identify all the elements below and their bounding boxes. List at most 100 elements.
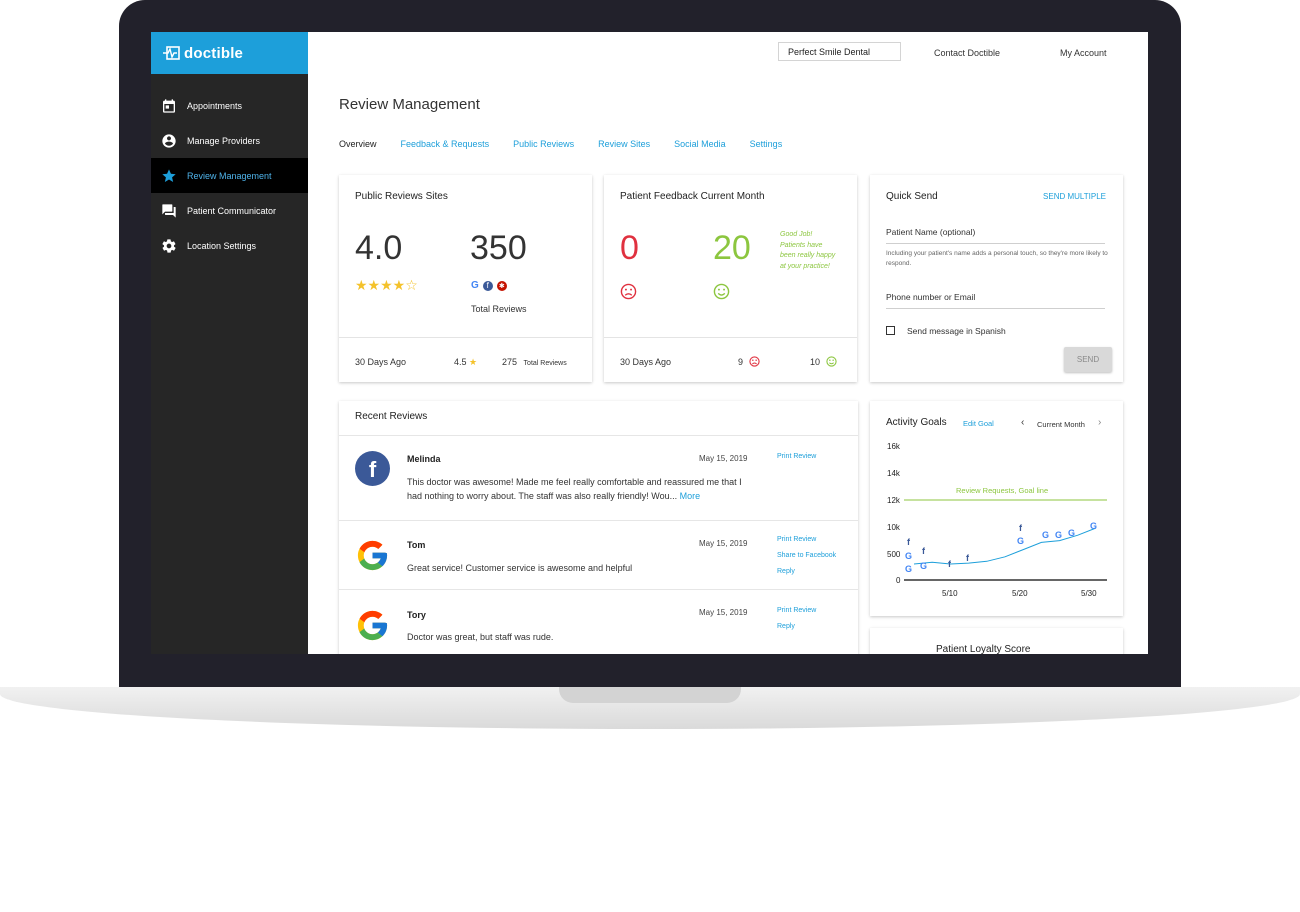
practice-selector[interactable]: Perfect Smile Dental xyxy=(778,42,901,61)
send-button[interactable]: SEND xyxy=(1064,347,1112,372)
tab-settings[interactable]: Settings xyxy=(750,139,783,149)
sidebar-item-patient-communicator[interactable]: Patient Communicator xyxy=(151,193,308,228)
past-total-value: 275 xyxy=(502,357,518,367)
print-review-link[interactable]: Print Review xyxy=(777,453,816,460)
happy-face-icon xyxy=(826,356,837,367)
star-icon: ★ xyxy=(469,357,478,367)
google-icon: G xyxy=(905,564,912,574)
patient-name-input[interactable]: Patient Name (optional) xyxy=(886,227,975,237)
review-date: May 15, 2019 xyxy=(699,539,748,548)
yelp-icon: ✱ xyxy=(496,280,507,291)
past-negative: 9 xyxy=(738,356,760,367)
public-reviews-card: Public Reviews Sites 4.0 ★★★★☆ 350 G f ✱… xyxy=(339,175,592,382)
review-date: May 15, 2019 xyxy=(699,608,748,617)
gear-icon xyxy=(162,238,176,253)
sidebar-item-label: Review Management xyxy=(187,170,272,181)
user-circle-icon xyxy=(162,133,176,148)
review-text: Doctor was great, but staff was rude. xyxy=(407,632,554,642)
card-title: Recent Reviews xyxy=(355,411,428,422)
tab-overview[interactable]: Overview xyxy=(339,139,377,149)
patient-feedback-card: Patient Feedback Current Month 0 20 Good… xyxy=(604,175,857,382)
tab-review-sites[interactable]: Review Sites xyxy=(598,139,650,149)
share-to-facebook-link[interactable]: Share to Facebook xyxy=(777,552,836,559)
star-icon xyxy=(162,168,176,182)
reply-link[interactable]: Reply xyxy=(777,623,795,630)
x-tick-label: 5/10 xyxy=(942,589,958,598)
google-icon: G xyxy=(1042,530,1049,540)
facebook-icon: f xyxy=(482,280,493,291)
print-review-link[interactable]: Print Review xyxy=(777,607,816,614)
doctible-logo-icon xyxy=(163,46,180,60)
contact-link[interactable]: Contact Doctible xyxy=(934,48,1000,58)
tabs: Overview Feedback & Requests Public Revi… xyxy=(339,139,806,149)
sidebar-item-review-management[interactable]: Review Management xyxy=(151,158,308,193)
past-total-label: Total Reviews xyxy=(523,360,567,367)
print-review-link[interactable]: Print Review xyxy=(777,536,816,543)
activity-goals-card: Activity Goals Edit Goal ‹ Current Month… xyxy=(870,401,1123,616)
period-label: 30 Days Ago xyxy=(355,357,407,367)
tab-public-reviews[interactable]: Public Reviews xyxy=(513,139,574,149)
patient-loyalty-card: Patient Loyalty Score xyxy=(870,628,1123,654)
facebook-icon: f xyxy=(1019,523,1023,533)
card-divider xyxy=(339,337,592,338)
past-rating-value: 4.5 xyxy=(454,357,467,367)
google-icon: G xyxy=(1068,528,1075,538)
list-item[interactable]: f Melinda May 15, 2019 This doctor was a… xyxy=(339,435,858,521)
past-total: 275 Total Reviews xyxy=(502,357,567,367)
calendar-icon xyxy=(163,98,175,113)
spanish-checkbox[interactable] xyxy=(886,326,895,335)
past-positive-value: 10 xyxy=(810,356,821,367)
reviewer-name: Tory xyxy=(407,610,426,620)
my-account-link[interactable]: My Account xyxy=(1060,48,1107,58)
sidebar-item-manage-providers[interactable]: Manage Providers xyxy=(151,123,308,158)
patient-name-hint: Including your patient's name adds a per… xyxy=(886,250,1108,267)
tab-social-media[interactable]: Social Media xyxy=(674,139,726,149)
review-text: Great service! Customer service is aweso… xyxy=(407,563,633,573)
total-reviews-count: 350 xyxy=(470,229,527,267)
logo[interactable]: doctible xyxy=(151,32,308,74)
brand-name: doctible xyxy=(184,44,244,62)
x-tick-label: 5/20 xyxy=(1012,589,1028,598)
sidebar-item-location-settings[interactable]: Location Settings xyxy=(151,228,308,263)
sidebar-item-appointments[interactable]: Appointments xyxy=(151,88,308,123)
list-item[interactable]: Tory May 15, 2019 Doctor was great, but … xyxy=(339,589,858,654)
list-item[interactable]: Tom May 15, 2019 Great service! Customer… xyxy=(339,520,858,590)
review-date: May 15, 2019 xyxy=(699,454,748,463)
reply-link[interactable]: Reply xyxy=(777,568,795,575)
more-link[interactable]: More xyxy=(680,491,701,501)
send-multiple-link[interactable]: SEND MULTIPLE xyxy=(1043,192,1106,201)
chat-icon xyxy=(162,203,176,218)
contact-underline xyxy=(886,308,1105,309)
happy-face-icon xyxy=(713,283,730,305)
feedback-message: Good Job! Patients have been really happ… xyxy=(780,231,836,270)
positive-count: 20 xyxy=(713,229,751,267)
google-icon xyxy=(355,608,390,643)
facebook-icon: f xyxy=(922,546,926,556)
tab-feedback-requests[interactable]: Feedback & Requests xyxy=(401,139,490,149)
page-title: Review Management xyxy=(339,96,480,113)
star-outline-icon: ☆ xyxy=(405,277,418,293)
source-markers: f G G f G f f f G G G G G xyxy=(905,521,1097,574)
sidebar-item-label: Location Settings xyxy=(187,240,257,251)
review-text: This doctor was awesome! Made me feel re… xyxy=(407,475,752,503)
reviewer-name: Tom xyxy=(407,540,426,550)
quick-send-card: Quick Send SEND MULTIPLE Patient Name (o… xyxy=(870,175,1123,382)
google-icon: G xyxy=(471,280,479,291)
review-source-icons: G f ✱ xyxy=(471,280,507,291)
screen: doctible Appointments Manage Providers R… xyxy=(151,32,1148,654)
google-icon: G xyxy=(905,551,912,561)
sidebar-nav: Appointments Manage Providers Review Man… xyxy=(151,88,308,263)
average-rating: 4.0 xyxy=(355,229,403,267)
reviewer-name: Melinda xyxy=(407,454,441,464)
sidebar-item-label: Manage Providers xyxy=(187,135,261,146)
recent-reviews-card: Recent Reviews f Melinda May 15, 2019 Th… xyxy=(339,401,858,654)
google-icon: G xyxy=(920,561,927,571)
past-negative-value: 9 xyxy=(738,356,744,367)
contact-input[interactable]: Phone number or Email xyxy=(886,292,975,302)
sad-face-icon xyxy=(620,283,637,305)
card-title: Patient Loyalty Score xyxy=(936,644,1031,654)
spanish-label: Send message in Spanish xyxy=(907,326,1006,336)
patient-name-underline xyxy=(886,243,1105,244)
sidebar: doctible Appointments Manage Providers R… xyxy=(151,32,308,654)
card-title: Patient Feedback Current Month xyxy=(620,191,765,202)
